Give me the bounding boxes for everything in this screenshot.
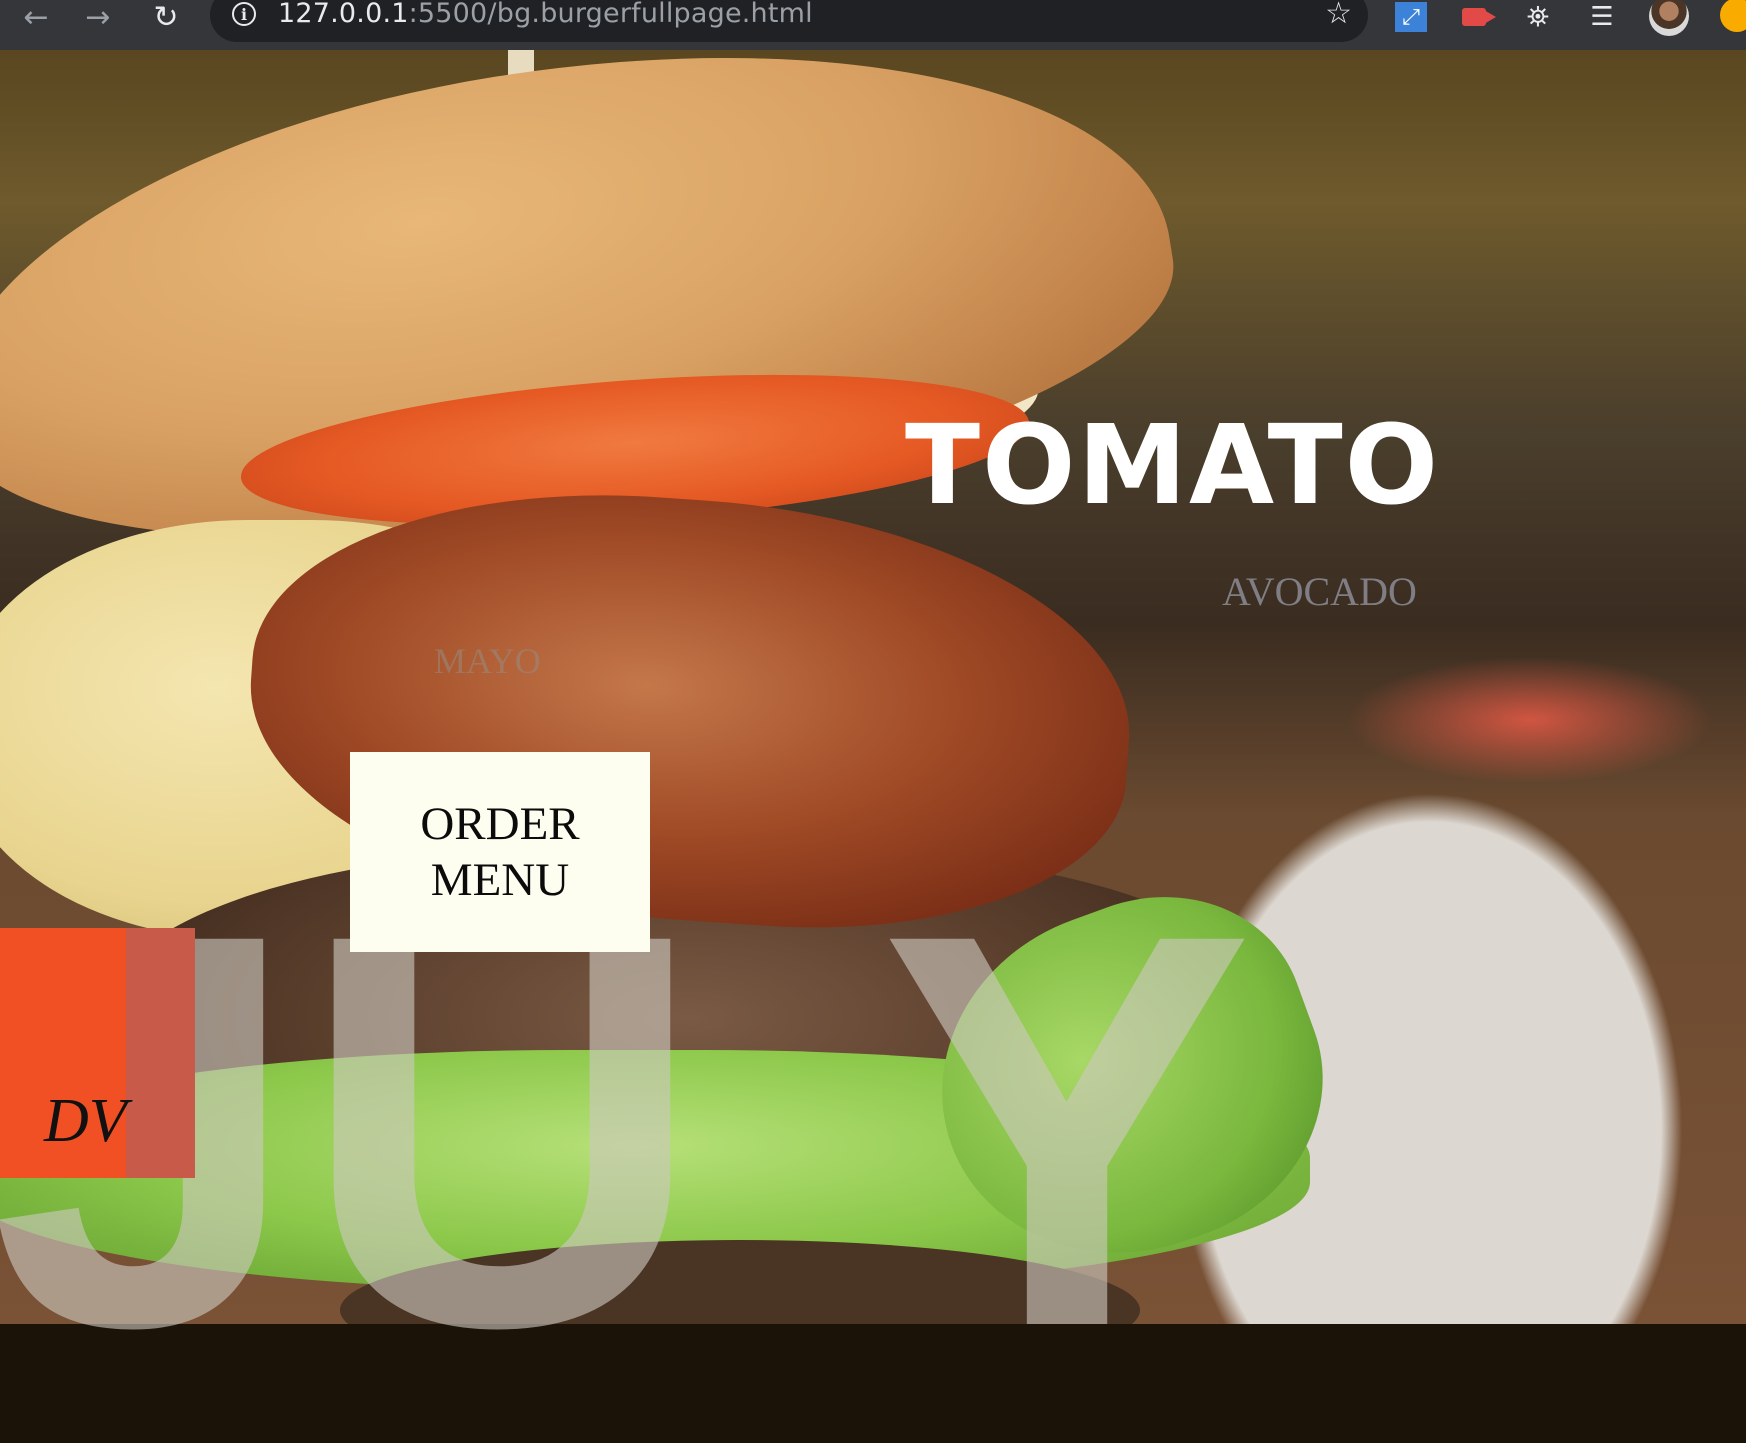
order-menu-line1: ORDER — [420, 798, 580, 850]
bookmark-star-icon[interactable]: ☆ — [1325, 0, 1352, 31]
word-avocado: AVOCADO — [1222, 569, 1417, 614]
word-mayo: MAYO — [434, 641, 541, 681]
url-text[interactable]: 127.0.0.1:5500/bg.burgerfullpage.html — [278, 0, 813, 29]
playlist-icon: ☰ — [1590, 2, 1614, 32]
reload-button[interactable]: ↻ — [142, 0, 190, 35]
hero-background-image — [0, 50, 1746, 1324]
resize-extension-button[interactable]: ⤢ — [1393, 0, 1429, 34]
url-host: 127.0.0.1 — [278, 0, 409, 29]
update-icon[interactable] — [1720, 0, 1746, 32]
order-menu-button[interactable]: ORDER MENU — [350, 752, 650, 952]
url-path: :5500/bg.burgerfullpage.html — [408, 0, 813, 29]
resize-icon: ⤢ — [1395, 2, 1427, 32]
video-camera-icon — [1462, 8, 1496, 26]
screen-recorder-extension-button[interactable] — [1456, 0, 1496, 34]
logo-band — [126, 928, 195, 1178]
forward-button[interactable]: → — [74, 0, 122, 35]
back-button[interactable]: ← — [12, 0, 60, 35]
media-controls-button[interactable]: ☰ — [1584, 0, 1620, 34]
order-menu-line2: MENU — [430, 854, 570, 906]
arrow-right-icon: → — [85, 0, 111, 35]
extensions-button[interactable]: ⛯ — [1520, 0, 1556, 34]
logo-text: DV — [44, 1087, 127, 1155]
page-heading-tomato: TOMATO — [905, 401, 1441, 529]
arrow-left-icon: ← — [23, 0, 49, 35]
info-icon[interactable]: i — [232, 2, 256, 26]
address-bar[interactable]: i 127.0.0.1:5500/bg.burgerfullpage.html … — [210, 0, 1368, 42]
puzzle-icon: ⛯ — [1526, 0, 1550, 33]
browser-toolbar: ← → ↻ i 127.0.0.1:5500/bg.burgerfullpage… — [0, 0, 1746, 50]
reload-icon: ↻ — [153, 0, 179, 35]
profile-avatar[interactable] — [1649, 0, 1689, 36]
